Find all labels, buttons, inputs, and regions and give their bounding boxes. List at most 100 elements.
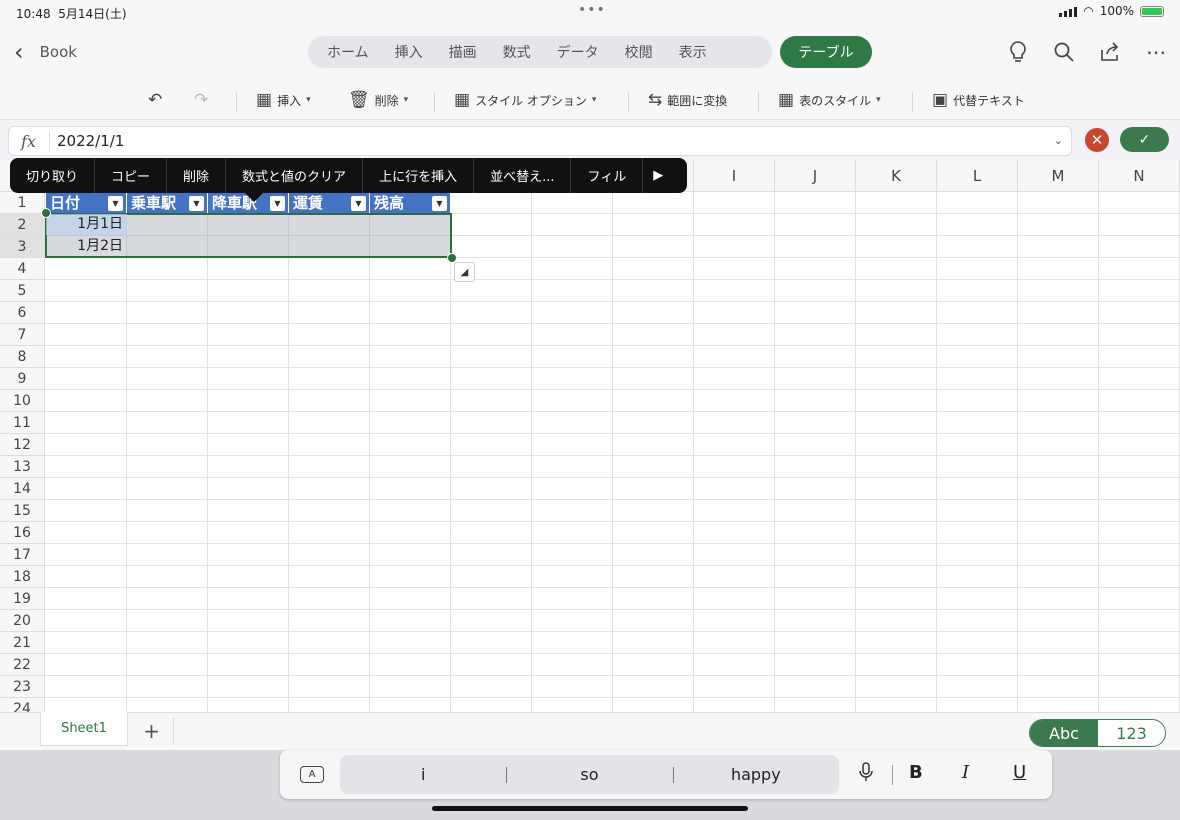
lightbulb-icon[interactable]: [1006, 40, 1030, 64]
menu-item-sort[interactable]: 並べ替え...: [474, 158, 572, 193]
row-header[interactable]: 6: [0, 302, 45, 324]
cancel-edit-button[interactable]: ✕: [1085, 128, 1109, 152]
filter-dropdown-icon[interactable]: ▼: [189, 196, 204, 211]
filter-dropdown-icon[interactable]: ▼: [351, 196, 366, 211]
delete-button[interactable]: 🗑︎ 削除 ▾: [348, 86, 408, 114]
row-header[interactable]: 17: [0, 544, 45, 566]
column-header[interactable]: N: [1099, 160, 1180, 192]
row-header[interactable]: 5: [0, 280, 45, 302]
toolbar-divider: [434, 92, 435, 112]
spreadsheet-grid[interactable]: A B C D E F G H I J K L M N 1 2 3 4 5 6 …: [0, 160, 1180, 712]
row-header[interactable]: 7: [0, 324, 45, 346]
row-header[interactable]: 21: [0, 632, 45, 654]
row-header[interactable]: 4: [0, 258, 45, 280]
tab-insert[interactable]: 挿入: [382, 42, 436, 62]
suggestion-item[interactable]: happy: [672, 765, 839, 784]
filter-dropdown-icon[interactable]: ▼: [108, 196, 123, 211]
confirm-edit-button[interactable]: ✓: [1120, 127, 1169, 152]
row-header[interactable]: 10: [0, 390, 45, 412]
menu-more-arrow-icon[interactable]: ▶: [643, 158, 673, 193]
row-header[interactable]: 9: [0, 368, 45, 390]
home-indicator[interactable]: [432, 806, 748, 811]
convert-to-range-button[interactable]: ⇆ 範囲に変換: [648, 86, 727, 114]
back-label: Book: [39, 43, 77, 61]
formula-bar[interactable]: fx 2022/1/1 ⌄: [8, 126, 1072, 156]
row-header[interactable]: 23: [0, 676, 45, 698]
style-options-button[interactable]: ▦ スタイル オプション ▾: [454, 86, 596, 114]
chevron-down-icon[interactable]: ⌄: [1054, 134, 1063, 147]
menu-item-delete[interactable]: 削除: [167, 158, 227, 193]
tab-formulas[interactable]: 数式: [490, 42, 544, 62]
table-resize-icon[interactable]: ◢: [454, 262, 475, 282]
tab-review[interactable]: 校閲: [612, 42, 666, 62]
table-cell[interactable]: 1月2日: [46, 236, 127, 257]
table-cell[interactable]: 1月1日: [46, 214, 127, 235]
cellular-signal-icon: [1059, 6, 1078, 17]
filter-dropdown-icon[interactable]: ▼: [432, 196, 447, 211]
insert-button[interactable]: ▦ 挿入 ▾: [256, 86, 311, 114]
share-icon[interactable]: [1098, 40, 1122, 64]
row-header[interactable]: 12: [0, 434, 45, 456]
filter-dropdown-icon[interactable]: ▼: [270, 196, 285, 211]
menu-item-insert-row-above[interactable]: 上に行を挿入: [363, 158, 475, 193]
suggestion-item[interactable]: so: [506, 765, 672, 784]
search-icon[interactable]: [1052, 40, 1076, 64]
undo-icon: ↶: [148, 90, 163, 110]
row-header[interactable]: 8: [0, 346, 45, 368]
text-format-key-icon[interactable]: A: [300, 766, 324, 783]
row-header[interactable]: 18: [0, 566, 45, 588]
back-button[interactable]: ‹ Book: [14, 38, 77, 66]
row-header[interactable]: 1: [0, 192, 45, 214]
redo-button[interactable]: ↷: [194, 86, 208, 114]
table-styles-button[interactable]: ▦ 表のスタイル ▾: [778, 86, 881, 114]
column-header[interactable]: L: [937, 160, 1018, 192]
column-header[interactable]: I: [694, 160, 775, 192]
tab-view[interactable]: 表示: [666, 42, 720, 62]
row-header[interactable]: 20: [0, 610, 45, 632]
menu-item-copy[interactable]: コピー: [95, 158, 168, 193]
wifi-icon: ◠: [1083, 4, 1094, 18]
row-header[interactable]: 24: [0, 698, 45, 712]
row-header[interactable]: 2: [0, 214, 45, 236]
sheet-tab-sheet1[interactable]: Sheet1: [40, 712, 128, 746]
alt-text-button[interactable]: ▣ 代替テキスト: [932, 86, 1025, 114]
menu-item-clear[interactable]: 数式と値のクリア: [226, 158, 364, 193]
tab-draw[interactable]: 描画: [436, 42, 490, 62]
tab-data[interactable]: データ: [544, 42, 612, 62]
formula-input[interactable]: 2022/1/1: [57, 132, 124, 150]
multitask-dots-icon[interactable]: •••: [578, 2, 606, 18]
underline-button[interactable]: U: [1013, 762, 1026, 783]
bold-button[interactable]: B: [909, 762, 923, 783]
tab-table[interactable]: テーブル: [780, 36, 872, 68]
abc-mode-button[interactable]: Abc: [1030, 720, 1098, 746]
column-header[interactable]: M: [1018, 160, 1099, 192]
suggestion-item[interactable]: i: [340, 765, 506, 784]
row-header[interactable]: 16: [0, 522, 45, 544]
row-header[interactable]: 14: [0, 478, 45, 500]
menu-item-cut[interactable]: 切り取り: [10, 158, 96, 193]
undo-button[interactable]: ↶: [148, 86, 162, 114]
image-alt-text-icon: ▣: [932, 90, 949, 110]
row-header[interactable]: 11: [0, 412, 45, 434]
convert-range-label: 範囲に変換: [667, 93, 728, 108]
microphone-icon[interactable]: [858, 762, 874, 787]
column-header[interactable]: J: [775, 160, 856, 192]
add-sheet-button[interactable]: +: [130, 717, 174, 745]
column-header[interactable]: K: [856, 160, 937, 192]
row-header[interactable]: 13: [0, 456, 45, 478]
keyboard-shortcut-bar: A i so happy B I U: [280, 750, 1052, 799]
chevron-left-icon: ‹: [14, 38, 24, 66]
row-header[interactable]: 19: [0, 588, 45, 610]
row-header[interactable]: 3: [0, 236, 45, 258]
fx-icon: fx: [21, 132, 36, 151]
numeric-mode-button[interactable]: 123: [1098, 720, 1165, 746]
more-options-icon[interactable]: ⋯: [1144, 40, 1168, 64]
toolbar-divider: [236, 92, 237, 112]
italic-button[interactable]: I: [962, 762, 969, 783]
menu-item-fill[interactable]: フィル: [571, 158, 644, 193]
selection-handle-top-left[interactable]: [41, 208, 51, 218]
row-header[interactable]: 22: [0, 654, 45, 676]
tab-home[interactable]: ホーム: [314, 42, 382, 62]
row-header[interactable]: 15: [0, 500, 45, 522]
checkmark-icon: ✓: [1138, 131, 1151, 148]
